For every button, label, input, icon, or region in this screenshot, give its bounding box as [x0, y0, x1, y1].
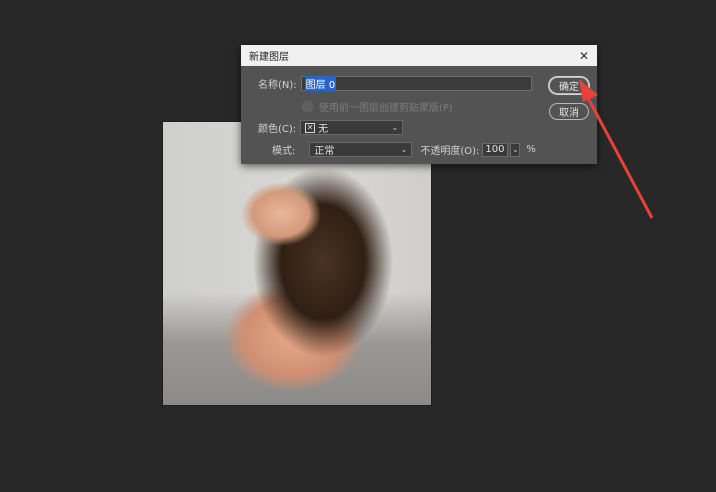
ok-button[interactable]: 确定	[549, 77, 589, 94]
name-row: 名称(N): 图层 0	[258, 76, 532, 91]
dialog-title: 新建图层	[249, 52, 289, 63]
opacity-value: 100	[485, 144, 505, 155]
mode-label: 模式:	[272, 146, 296, 157]
close-icon[interactable]: ✕	[579, 49, 589, 63]
canvas-photo	[163, 122, 431, 405]
dialog-titlebar: 新建图层 ✕	[241, 45, 597, 66]
cancel-button[interactable]: 取消	[549, 103, 589, 120]
color-label: 颜色(C):	[258, 124, 297, 135]
clip-mask-option[interactable]: 使用前一图层创建剪贴蒙版(P)	[302, 99, 453, 114]
chevron-down-icon: ⌄	[400, 145, 408, 154]
cancel-button-label: 取消	[559, 108, 579, 119]
opacity-label: 不透明度(O):	[420, 146, 480, 157]
color-row: 颜色(C): ✕ 无 ⌄	[258, 120, 404, 135]
opacity-unit: %	[526, 144, 536, 155]
name-label: 名称(N):	[258, 80, 297, 91]
chevron-down-icon: ⌄	[512, 145, 519, 154]
new-layer-dialog: 新建图层 ✕ 名称(N): 图层 0 使用前一图层创建剪贴蒙版(P) 颜色(C)…	[241, 45, 597, 164]
ok-button-label: 确定	[559, 82, 579, 93]
clip-mask-label: 使用前一图层创建剪贴蒙版(P)	[319, 103, 453, 114]
chevron-down-icon: ⌄	[391, 123, 399, 132]
color-select-value: 无	[318, 124, 329, 135]
opacity-input[interactable]: 100	[482, 142, 509, 157]
layer-name-value: 图层 0	[304, 76, 337, 91]
blend-mode-value: 正常	[314, 146, 335, 157]
color-select-value-wrap: ✕ 无	[305, 120, 328, 135]
blend-mode-select[interactable]: 正常 ⌄	[309, 142, 413, 157]
mode-row: 模式: 正常 ⌄ 不透明度(O): 100 ⌄ %	[272, 142, 536, 157]
opacity-dropdown[interactable]: ⌄	[510, 142, 521, 157]
clip-mask-checkbox[interactable]	[302, 101, 313, 112]
color-select[interactable]: ✕ 无 ⌄	[300, 120, 404, 135]
no-color-x-icon: ✕	[305, 122, 316, 133]
layer-name-input[interactable]: 图层 0	[300, 76, 532, 91]
